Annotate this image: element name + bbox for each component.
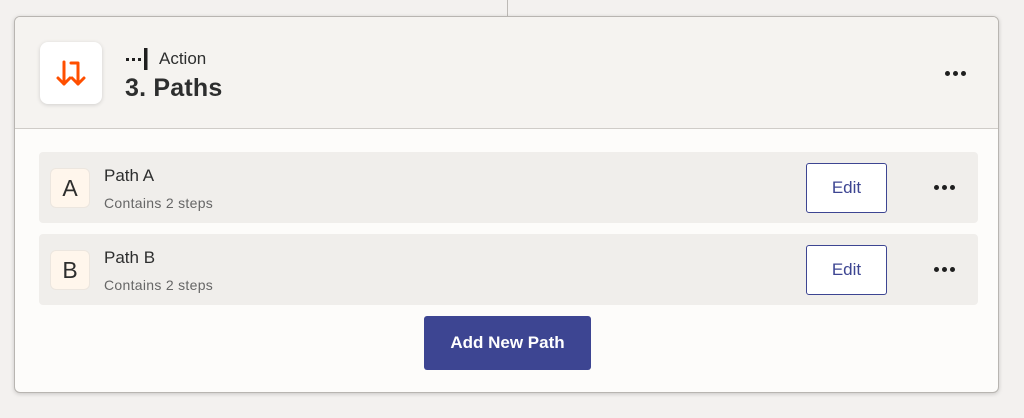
path-a-more-options-button[interactable] — [926, 173, 962, 201]
step-more-options-button[interactable] — [937, 59, 973, 87]
edit-path-a-button[interactable]: Edit — [806, 163, 887, 213]
path-name: Path A — [104, 166, 155, 185]
path-name: Path B — [104, 248, 156, 267]
path-letter-badge: A — [50, 168, 90, 208]
action-step-icon — [126, 48, 148, 70]
app-icon-tile — [40, 42, 102, 104]
path-letter-badge: B — [50, 250, 90, 290]
path-row-a[interactable]: A Path A Contains 2 steps Edit — [39, 152, 978, 223]
path-step-count: Contains 2 steps — [104, 195, 214, 211]
edit-path-b-button[interactable]: Edit — [806, 245, 887, 295]
step-title: 3. Paths — [125, 74, 223, 102]
path-step-count: Contains 2 steps — [104, 277, 214, 293]
more-horizontal-icon — [933, 266, 955, 272]
add-new-path-button[interactable]: Add New Path — [424, 316, 591, 370]
step-header[interactable]: Action 3. Paths — [15, 17, 998, 129]
step-kind-label: Action — [159, 49, 207, 68]
paths-split-icon — [56, 60, 86, 86]
connector-line — [507, 0, 508, 17]
path-b-more-options-button[interactable] — [926, 255, 962, 283]
paths-step-card: Action 3. Paths A Path A Contains 2 step… — [14, 16, 999, 393]
step-kind: Action — [125, 47, 206, 71]
path-row-b[interactable]: B Path B Contains 2 steps Edit — [39, 234, 978, 305]
more-horizontal-icon — [933, 184, 955, 190]
more-horizontal-icon — [944, 70, 966, 76]
